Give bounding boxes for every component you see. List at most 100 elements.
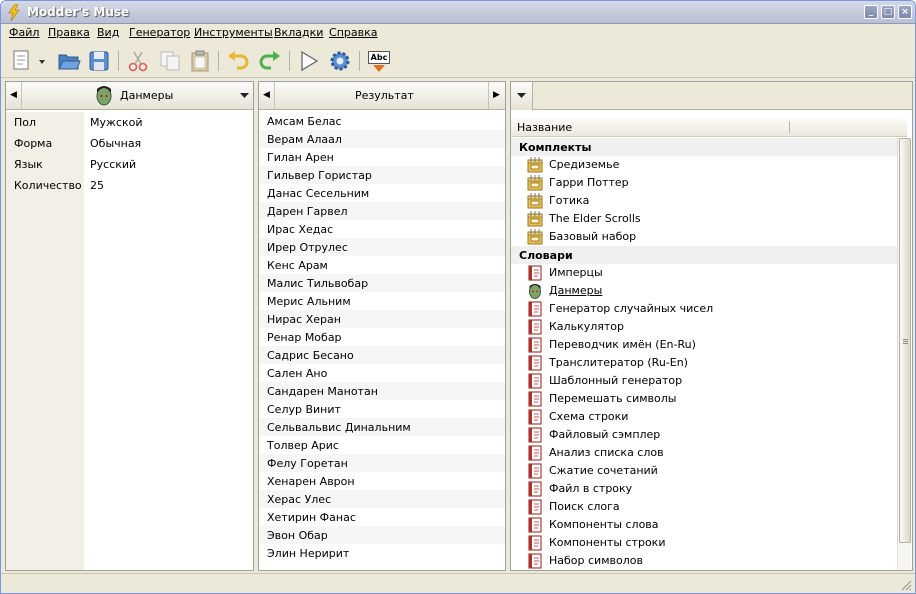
dictionary-item[interactable]: Компоненты слова	[525, 516, 895, 534]
new-doc-icon[interactable]	[9, 48, 35, 74]
copy-icon[interactable]	[157, 48, 183, 74]
book-icon	[527, 553, 543, 569]
result-item[interactable]: Толвер Арис	[259, 436, 505, 454]
spellcheck-arrow-icon	[373, 65, 385, 72]
result-item[interactable]: Сандарен Манотан	[259, 382, 505, 400]
dictionary-item[interactable]: Схема строки	[525, 408, 895, 426]
result-item[interactable]: Дарен Гарвел	[259, 202, 505, 220]
vertical-scrollbar[interactable]	[897, 138, 911, 570]
dictionary-item[interactable]: Имперцы	[525, 264, 895, 282]
kit-item[interactable]: Гарри Поттер	[525, 174, 895, 192]
result-item[interactable]: Гильвер Гористар	[259, 166, 505, 184]
result-item[interactable]: Гилан Арен	[259, 148, 505, 166]
menu-help[interactable]: Справка	[329, 26, 377, 39]
group-header[interactable]: Словари	[511, 246, 899, 264]
result-item[interactable]: Хетирин Фанас	[259, 508, 505, 526]
close-button[interactable]: ×	[898, 5, 912, 19]
result-item[interactable]: Сельвальвис Динальним	[259, 418, 505, 436]
result-item[interactable]: Херас Улес	[259, 490, 505, 508]
item-label: Переводчик имён (En-Ru)	[549, 338, 696, 351]
result-item[interactable]: Хенарен Аврон	[259, 472, 505, 490]
scroll-left-arrow-icon[interactable]: ◀	[6, 82, 22, 109]
menu-view[interactable]: Вид	[97, 26, 119, 39]
menu-generator[interactable]: Генератор	[129, 26, 190, 39]
chevron-down-icon[interactable]	[240, 93, 249, 99]
item-label: Поиск слога	[549, 500, 620, 513]
scrollbar-thumb[interactable]	[899, 138, 911, 543]
result-item[interactable]: Садрис Бесано	[259, 346, 505, 364]
result-item[interactable]: Сален Ано	[259, 364, 505, 382]
dictionary-item[interactable]: Данмеры	[525, 282, 895, 300]
result-item[interactable]: Селур Винит	[259, 400, 505, 418]
spellcheck-icon[interactable]: Abc	[366, 48, 392, 74]
maximize-button[interactable]: □	[881, 5, 895, 19]
dictionary-item[interactable]: Анализ списка слов	[525, 444, 895, 462]
dictionary-item[interactable]: Файл в строку	[525, 480, 895, 498]
undo-icon[interactable]	[225, 48, 251, 74]
column-header-name[interactable]: Название	[511, 118, 907, 137]
dictionary-item[interactable]: Перемешать символы	[525, 390, 895, 408]
paste-icon[interactable]	[187, 48, 213, 74]
result-item[interactable]: Элин Неририт	[259, 544, 505, 562]
result-item[interactable]: Ренар Мобар	[259, 328, 505, 346]
result-item[interactable]: Данас Сесельним	[259, 184, 505, 202]
dictionary-item[interactable]: Сжатие сочетаний	[525, 462, 895, 480]
dictionary-item[interactable]: Генератор случайных чисел	[525, 300, 895, 318]
menu-tabs[interactable]: Вкладки	[274, 26, 323, 39]
dictionary-item[interactable]: Транслитератор (Ru-En)	[525, 354, 895, 372]
result-item[interactable]: Амсам Белас	[259, 112, 505, 130]
dictionary-item[interactable]: Файловый сэмплер	[525, 426, 895, 444]
kit-item[interactable]: Готика	[525, 192, 895, 210]
redo-icon[interactable]	[257, 48, 283, 74]
dictionary-item[interactable]: Шаблонный генератор	[525, 372, 895, 390]
menu-edit[interactable]: Правка	[48, 26, 90, 39]
run-icon[interactable]	[296, 48, 322, 74]
kit-item[interactable]: Средиземье	[525, 156, 895, 174]
column-divider[interactable]	[789, 121, 790, 133]
dictionary-item[interactable]: Поиск слога	[525, 498, 895, 516]
result-item[interactable]: Эвон Обар	[259, 526, 505, 544]
property-row[interactable]: Форма Обычная	[6, 133, 253, 154]
toolbar-separator	[118, 51, 119, 71]
book-icon	[527, 319, 543, 335]
item-label: Готика	[549, 194, 590, 207]
minimize-button[interactable]: _	[864, 5, 878, 19]
group-header[interactable]: Комплекты	[511, 138, 899, 156]
settings-gear-icon[interactable]	[327, 48, 353, 74]
result-item[interactable]: Нирас Херан	[259, 310, 505, 328]
result-item[interactable]: Ирер Отрулес	[259, 238, 505, 256]
result-item[interactable]: Кенс Арам	[259, 256, 505, 274]
kit-item[interactable]: The Elder Scrolls	[525, 210, 895, 228]
open-folder-icon[interactable]	[56, 48, 82, 74]
result-item[interactable]: Фелу Горетан	[259, 454, 505, 472]
scroll-left-arrow-icon[interactable]: ◀	[259, 82, 275, 109]
property-value[interactable]: Обычная	[84, 133, 253, 154]
dropdown-arrow-icon[interactable]	[37, 48, 47, 74]
save-icon[interactable]	[86, 48, 112, 74]
property-row[interactable]: Язык Русский	[6, 154, 253, 175]
dictionary-item[interactable]: Набор символов	[525, 552, 895, 570]
menu-tools[interactable]: Инструменты	[194, 26, 273, 39]
dictionary-item[interactable]: Компоненты строки	[525, 534, 895, 552]
kit-item[interactable]: Базовый набор	[525, 228, 895, 246]
toolbar-separator	[289, 51, 290, 71]
result-item[interactable]: Мерис Альним	[259, 292, 505, 310]
property-value[interactable]: Мужской	[84, 112, 253, 133]
property-row[interactable]: Количество 25	[6, 175, 253, 196]
dictionary-item[interactable]: Переводчик имён (En-Ru)	[525, 336, 895, 354]
chevron-down-icon[interactable]	[517, 93, 526, 99]
result-item[interactable]: Верам Алаал	[259, 130, 505, 148]
resize-grip-icon[interactable]	[901, 580, 912, 591]
menu-file[interactable]: Файл	[9, 26, 39, 39]
property-value[interactable]: Русский	[84, 154, 253, 175]
property-value[interactable]: 25	[84, 175, 253, 196]
cut-icon[interactable]	[125, 48, 151, 74]
dictionary-selector[interactable]: ◀ Данмеры	[6, 82, 253, 110]
tab-dropdown[interactable]	[511, 82, 533, 111]
property-row[interactable]: Пол Мужской	[6, 112, 253, 133]
scroll-right-arrow-icon[interactable]: ▶	[488, 82, 504, 109]
dictionary-item[interactable]: Калькулятор	[525, 318, 895, 336]
result-item[interactable]: Малис Тильвобар	[259, 274, 505, 292]
title-bar[interactable]: Modder's Muse _ □ ×	[1, 1, 915, 24]
result-item[interactable]: Ирас Хедас	[259, 220, 505, 238]
